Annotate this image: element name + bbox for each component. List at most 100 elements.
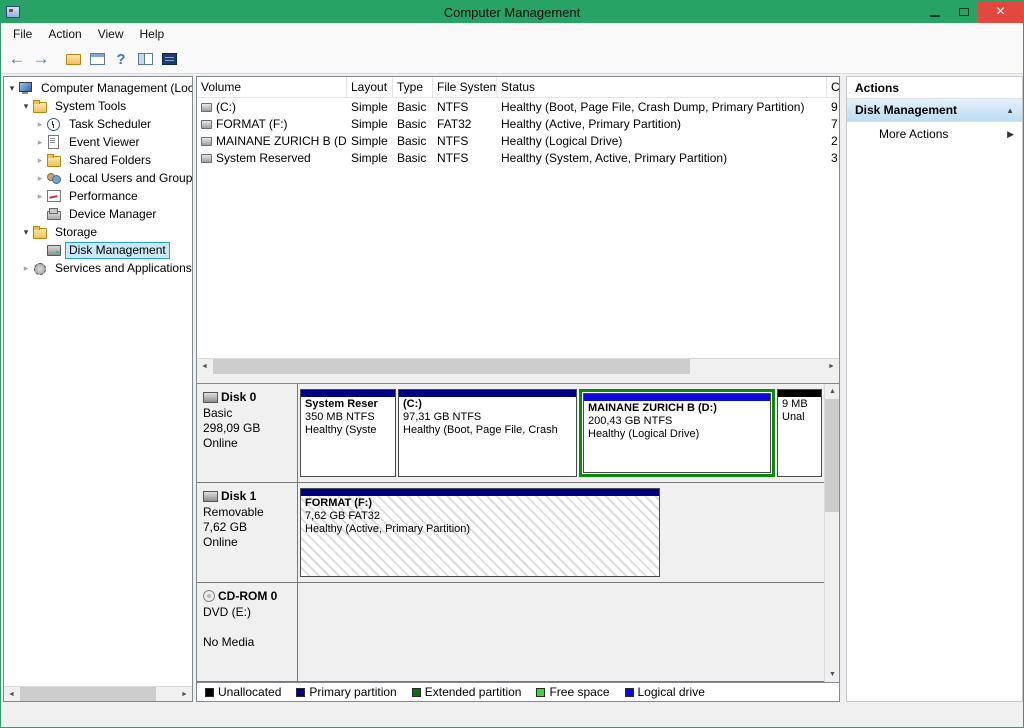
partition-size: 7,62 GB FAT32 <box>305 510 381 523</box>
volume-list-horizontal-scrollbar[interactable] <box>197 358 839 374</box>
column-header-file-system[interactable]: File System <box>433 77 497 97</box>
menubar: File Action View Help <box>1 23 1023 45</box>
folder-icon <box>65 53 81 65</box>
volume-type: Basic <box>397 150 427 165</box>
tree-item-computer-management-local[interactable]: ▾ Computer Management (Local <box>4 79 192 97</box>
legend-item-logical-drive: Logical drive <box>624 685 705 699</box>
tree-item-performance[interactable]: ▸ Performance <box>4 187 192 205</box>
forward-button[interactable] <box>29 47 53 71</box>
volume-layout: Simple <box>351 116 388 131</box>
legend-label: Primary partition <box>309 685 397 699</box>
tree-item-task-scheduler[interactable]: ▸ Task Scheduler <box>4 115 192 133</box>
collapsed-arrow-icon[interactable]: ▸ <box>34 119 46 129</box>
collapsed-arrow-icon[interactable]: ▸ <box>34 191 46 201</box>
help-icon <box>116 51 125 68</box>
console-tree: ▾ Computer Management (Local ▾ System Tools… <box>4 77 192 277</box>
disk-view-vertical-scrollbar[interactable] <box>824 384 839 682</box>
task-scheduler-icon <box>46 117 61 131</box>
legend-item-extended-partition: Extended partition <box>411 685 521 699</box>
menu-file[interactable]: File <box>5 24 40 44</box>
minimize-button[interactable] <box>920 1 949 23</box>
disk-management-section-header[interactable]: Disk Management ▲ <box>847 99 1022 122</box>
collapsed-arrow-icon[interactable]: ▸ <box>34 155 46 165</box>
folder-button[interactable] <box>61 47 85 71</box>
tree-item-disk-management[interactable]: Disk Management <box>4 241 192 259</box>
disk-info-line: DVD (E:) <box>203 604 251 619</box>
hard-disk-icon <box>203 391 218 403</box>
partition-unallocated[interactable]: 9 MB Unal <box>777 389 822 478</box>
volume-row-system-reserved[interactable]: System Reserved Simple Basic NTFS Healthy (S… <box>197 149 839 166</box>
column-header-status[interactable]: Status <box>497 77 827 97</box>
scrollbar-track[interactable] <box>212 359 824 374</box>
expanded-arrow-icon[interactable]: ▾ <box>20 227 32 237</box>
scroll-left-arrow-icon[interactable] <box>197 359 212 374</box>
back-button[interactable] <box>5 47 29 71</box>
legend-swatch <box>536 687 546 697</box>
volume-layout: Simple <box>351 150 388 165</box>
volume-icon <box>201 102 212 112</box>
partition-size: 200,43 GB NTFS <box>588 415 673 427</box>
column-header-c[interactable]: C <box>827 77 839 97</box>
column-header-volume[interactable]: Volume <box>197 77 347 97</box>
users-icon <box>46 171 61 185</box>
tree-item-label: Device Manager <box>69 206 157 221</box>
scroll-left-arrow-icon[interactable] <box>4 687 19 701</box>
tree-item-device-manager[interactable]: Device Manager <box>4 205 192 223</box>
partition-type-stripe <box>301 489 659 497</box>
partition-size: 9 MB <box>782 398 808 410</box>
scrollbar-thumb[interactable] <box>825 399 839 512</box>
menu-help[interactable]: Help <box>132 24 173 44</box>
storage-icon <box>32 225 47 239</box>
tree-item-storage[interactable]: ▾ Storage <box>4 223 192 241</box>
collapsed-arrow-icon[interactable]: ▸ <box>20 263 32 273</box>
tree-item-shared-folders[interactable]: ▸ Shared Folders <box>4 151 192 169</box>
scroll-down-arrow-icon[interactable] <box>825 667 839 682</box>
tree-item-services-and-applications[interactable]: ▸ Services and Applications <box>4 259 192 277</box>
show-hide-panel-button[interactable] <box>133 47 157 71</box>
more-actions-item[interactable]: More Actions ▶ <box>847 122 1022 146</box>
tree-item-label: Task Scheduler <box>69 116 152 131</box>
actions-panel-title: Actions <box>847 77 1022 99</box>
partition-format-f[interactable]: FORMAT (F:) 7,62 GB FAT32 Healthy (Active,… <box>300 488 660 577</box>
volume-row-mainane-zurich-b-d[interactable]: MAINANE ZURICH B (D:) Simple Basic NTFS Heal… <box>197 132 839 149</box>
partition-status: Healthy (Logical Drive) <box>588 428 700 440</box>
collapsed-arrow-icon[interactable]: ▸ <box>34 173 46 183</box>
titlebar: Computer Management <box>1 1 1023 23</box>
partition-c[interactable]: (C:) 97,31 GB NTFS Healthy (Boot, Page Fil… <box>398 389 577 478</box>
column-header-layout[interactable]: Layout <box>347 77 393 97</box>
scroll-up-arrow-icon[interactable] <box>825 384 839 399</box>
disk-view-button[interactable] <box>157 47 181 71</box>
scrollbar-track[interactable] <box>19 687 177 701</box>
scroll-right-arrow-icon[interactable] <box>824 359 839 374</box>
scrollbar-thumb[interactable] <box>213 359 691 374</box>
expanded-arrow-icon[interactable]: ▾ <box>20 101 32 111</box>
tree-item-system-tools[interactable]: ▾ System Tools <box>4 97 192 115</box>
column-header-type[interactable]: Type <box>393 77 433 97</box>
tree-horizontal-scrollbar[interactable] <box>4 686 192 701</box>
scrollbar-track[interactable] <box>825 399 839 667</box>
console-window-button[interactable] <box>85 47 109 71</box>
tree-item-event-viewer[interactable]: ▸ Event Viewer <box>4 133 192 151</box>
close-button[interactable] <box>978 1 1023 23</box>
partition-body: FORMAT (F:) 7,62 GB FAT32 Healthy (Active,… <box>301 496 659 576</box>
panel-splitter[interactable] <box>197 374 839 383</box>
collapsed-arrow-icon[interactable]: ▸ <box>34 137 46 147</box>
tree-item-local-users-and-groups[interactable]: ▸ Local Users and Groups <box>4 169 192 187</box>
restore-button[interactable] <box>949 1 978 23</box>
volume-status: Healthy (Logical Drive) <box>501 133 623 148</box>
tree-item-label: Services and Applications <box>55 260 192 275</box>
partition-system-reser[interactable]: System Reser 350 MB NTFS Healthy (Syste <box>300 389 396 478</box>
help-button[interactable] <box>109 47 133 71</box>
expanded-arrow-icon[interactable]: ▾ <box>6 83 18 93</box>
scrollbar-thumb[interactable] <box>20 687 156 701</box>
volume-row-format-f[interactable]: FORMAT (F:) Simple Basic FAT32 Healthy (Acti… <box>197 115 839 132</box>
menu-view[interactable]: View <box>90 24 132 44</box>
volume-row-c[interactable]: (C:) Simple Basic NTFS Healthy (Boot, Page F… <box>197 98 839 115</box>
collapse-chevron-icon[interactable]: ▲ <box>1006 106 1014 115</box>
partition-mainane-zurich-b-d[interactable]: MAINANE ZURICH B (D:) 200,43 GB NTFS Healt… <box>583 393 771 474</box>
menu-action[interactable]: Action <box>40 24 89 44</box>
disk-info-box[interactable]: Disk 0 Basic 298,09 GB Online <box>197 384 298 483</box>
disk-info-box[interactable]: CD-ROM 0 DVD (E:) No Media <box>197 582 298 681</box>
disk-info-box[interactable]: Disk 1 Removable 7,62 GB Online <box>197 483 298 582</box>
scroll-right-arrow-icon[interactable] <box>177 687 192 701</box>
